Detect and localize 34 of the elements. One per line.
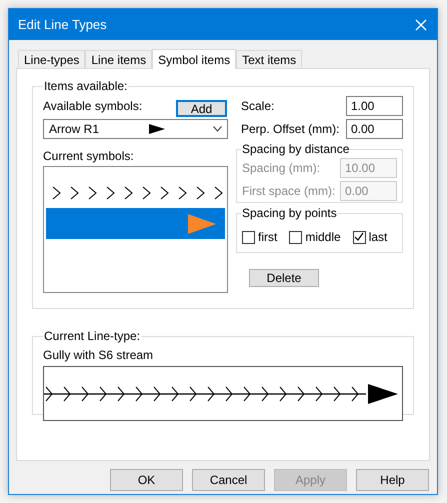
delete-button[interactable]: Delete [249,269,319,287]
dialog-button[interactable]: Cancel [192,469,265,491]
number-field[interactable]: 1.00 [346,96,403,116]
checkbox[interactable] [352,230,366,244]
chevron-down-icon [213,126,222,132]
tab[interactable]: Line-types [18,50,86,68]
field-label: Spacing (mm): [242,160,320,177]
group-label: Spacing by distance [242,141,350,158]
tab[interactable]: Text items [236,50,302,68]
field-label: Available symbols: [43,98,142,115]
tab[interactable]: Symbol items [152,49,236,69]
checkbox[interactable] [242,230,255,244]
checkbox-label: last [368,229,388,246]
dialog-button[interactable]: Help [356,469,429,491]
tab[interactable]: Line items [85,50,152,68]
triangle-arrow-icon [187,212,217,234]
checkbox[interactable] [289,230,302,244]
symbol-dropdown[interactable]: Arrow R1 [43,119,228,139]
field-label: Current symbols: [43,148,135,165]
arrow-symbol-icon [149,124,165,134]
add-button[interactable]: Add [176,100,227,117]
group-label: Items available: [43,78,128,95]
field-label: Scale: [241,98,274,115]
line-type-name: Gully with S6 stream [43,347,154,364]
group-label: Current Line-type: [43,328,142,345]
dialog-button[interactable]: OK [110,469,183,491]
group-label: Spacing by points [242,205,337,222]
window-title: Edit Line Types [18,16,107,34]
close-icon[interactable] [415,18,427,30]
field-label: Perp. Offset (mm): [241,121,340,138]
field-label: First space (mm): [242,183,336,200]
number-field[interactable]: 0.00 [346,119,403,139]
checkbox-label: first [258,229,278,246]
checkbox-label: middle [305,229,341,246]
